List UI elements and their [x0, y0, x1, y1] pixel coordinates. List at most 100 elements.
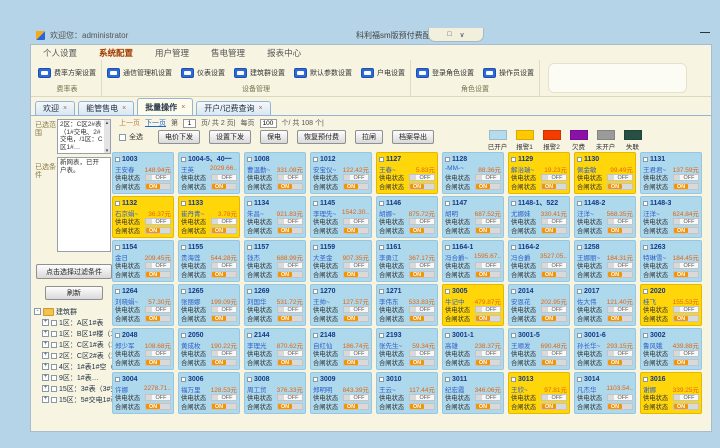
card-checkbox[interactable]	[511, 377, 516, 382]
ribbon-collapse-control[interactable]: □ ∨	[428, 28, 484, 42]
close-tab-icon[interactable]: ×	[122, 105, 126, 112]
toolbar-button-0[interactable]: 电价下发	[158, 130, 200, 144]
select-all-checkbox[interactable]	[119, 134, 126, 141]
room-card[interactable]: 1258王娜丽~184.31元供电状态OFF合闸状态ON	[574, 240, 636, 282]
collapse-window-icon[interactable]: □	[447, 31, 451, 38]
room-card[interactable]: 3013王欣~97.81元供电状态OFF合闸状态ON	[508, 372, 570, 414]
room-card[interactable]: 2014安恩花202.95元供电状态OFF合闸状态ON	[508, 284, 570, 326]
room-card[interactable]: 2020桂飞155.53元供电状态OFF合闸状态ON	[640, 284, 702, 326]
ribbon-button-1-4[interactable]: 户电设置	[361, 68, 405, 78]
card-checkbox[interactable]	[181, 289, 186, 294]
menu-tab-3[interactable]: 售电管理	[211, 47, 245, 59]
ribbon-button-0-0[interactable]: 费率方案设置	[38, 68, 96, 78]
doc-tab-1[interactable]: 能管售电×	[78, 101, 134, 115]
selected-condition-box[interactable]: 新网表，已开户表。	[57, 157, 111, 252]
page-number-input[interactable]	[183, 119, 196, 128]
close-tab-icon[interactable]: ×	[259, 105, 263, 112]
room-card[interactable]: 1148-2汪洋~568.35元供电状态OFF合闸状态ON	[574, 196, 636, 238]
room-card[interactable]: 3008周工贸376.33元供电状态OFF合闸状态ON	[244, 372, 306, 414]
per-page-input[interactable]	[260, 119, 277, 128]
card-checkbox[interactable]	[511, 333, 516, 338]
toolbar-button-5[interactable]: 档案导出	[392, 130, 434, 144]
room-card[interactable]: 1012安宝仪~122.42元供电状态OFF合闸状态ON	[310, 152, 372, 194]
room-card[interactable]: 1148-1、522尤娜妹330.41元供电状态OFF合闸状态ON	[508, 196, 570, 238]
card-checkbox[interactable]	[247, 245, 252, 250]
card-checkbox[interactable]	[115, 157, 120, 162]
expander-icon[interactable]: +	[42, 363, 49, 370]
menu-tab-1[interactable]: 系统配置	[99, 47, 133, 59]
tree-item-0[interactable]: +1区：A区1#表	[42, 317, 115, 328]
expander-icon[interactable]: +	[42, 374, 49, 381]
card-checkbox[interactable]	[115, 377, 120, 382]
toolbar-button-2[interactable]: 保电	[260, 130, 288, 144]
scroll-down-icon[interactable]: ▼	[105, 148, 109, 153]
room-card[interactable]: 1159大圣金907.35元供电状态OFF合闸状态ON	[310, 240, 372, 282]
tree-item-checkbox[interactable]	[51, 364, 57, 370]
card-checkbox[interactable]	[643, 377, 648, 382]
card-checkbox[interactable]	[115, 289, 120, 294]
room-card[interactable]: 1155贵海莲544.28元供电状态OFF合闸状态ON	[178, 240, 240, 282]
tree-item-7[interactable]: +15区：5#交电1#表…	[42, 394, 115, 405]
card-checkbox[interactable]	[115, 201, 120, 206]
card-checkbox[interactable]	[643, 333, 648, 338]
card-checkbox[interactable]	[445, 333, 450, 338]
room-card[interactable]: 1154金日209.45元供电状态OFF合闸状态ON	[112, 240, 174, 282]
room-card[interactable]: 1263特琳雪~184.45元供电状态OFF合闸状态ON	[640, 240, 702, 282]
scroll-up-icon[interactable]: ▲	[105, 120, 109, 125]
selected-range-box[interactable]: 2区：C区2#表（1#交电、2#交电，/1区：C区1#… ▲ ▼	[57, 119, 111, 154]
room-card[interactable]: 2148自红仙186.74元供电状态OFF合闸状态ON	[310, 328, 372, 370]
card-checkbox[interactable]	[445, 289, 450, 294]
tree-item-checkbox[interactable]	[51, 397, 57, 403]
card-checkbox[interactable]	[313, 157, 318, 162]
room-card[interactable]: 1128-MM-~88.36元供电状态OFF合闸状态ON	[442, 152, 504, 194]
card-checkbox[interactable]	[445, 201, 450, 206]
card-checkbox[interactable]	[247, 377, 252, 382]
room-card[interactable]: 3014凡杰华1103.54..供电状态OFF合闸状态ON	[574, 372, 636, 414]
tree-item-checkbox[interactable]	[51, 342, 57, 348]
card-checkbox[interactable]	[247, 157, 252, 162]
room-card[interactable]: 1146胡娜~875.72元供电状态OFF合闸状态ON	[376, 196, 438, 238]
card-checkbox[interactable]	[181, 245, 186, 250]
room-card[interactable]: 1148-3汪洋~624.84元供电状态OFF合闸状态ON	[640, 196, 702, 238]
ribbon-button-1-1[interactable]: 仪表设置	[181, 68, 225, 78]
room-card[interactable]: 3006福万里128.53元供电状态OFF合闸状态ON	[178, 372, 240, 414]
menu-tab-0[interactable]: 个人设置	[43, 47, 77, 59]
card-checkbox[interactable]	[181, 201, 186, 206]
card-checkbox[interactable]	[313, 333, 318, 338]
card-checkbox[interactable]	[577, 377, 582, 382]
minimize-button[interactable]: —	[698, 28, 712, 39]
room-card[interactable]: 2017佐大伟121.40元供电状态OFF合闸状态ON	[574, 284, 636, 326]
card-checkbox[interactable]	[643, 201, 648, 206]
menu-tab-2[interactable]: 用户管理	[155, 47, 189, 59]
room-card[interactable]: 1134朱昌~921.83元供电状态OFF合闸状态ON	[244, 196, 306, 238]
card-checkbox[interactable]	[313, 377, 318, 382]
tree-item-5[interactable]: +9区：1#表…	[42, 372, 115, 383]
card-checkbox[interactable]	[115, 333, 120, 338]
room-card[interactable]: 1127王春~5.83元供电状态OFF合闸状态ON	[376, 152, 438, 194]
room-card[interactable]: 1161李勇江367.17元供电状态OFF合闸状态ON	[376, 240, 438, 282]
card-checkbox[interactable]	[511, 201, 516, 206]
toolbar-button-1[interactable]: 设置下发	[209, 130, 251, 144]
expander-icon[interactable]: +	[42, 385, 49, 392]
next-page-link[interactable]: 下一页	[145, 118, 166, 128]
expander-icon[interactable]: +	[42, 319, 49, 326]
room-card[interactable]: 1129解治瑞~19.23元供电状态OFF合闸状态ON	[508, 152, 570, 194]
tree-item-checkbox[interactable]	[51, 320, 57, 326]
room-card[interactable]: 1271李伟东533.83元供电状态OFF合闸状态ON	[376, 284, 438, 326]
prev-page-link[interactable]: 上一页	[119, 118, 140, 128]
room-card[interactable]: 1265张丽娜199.09元供电状态OFF合闸状态ON	[178, 284, 240, 326]
tree-item-checkbox[interactable]	[51, 331, 57, 337]
card-checkbox[interactable]	[445, 157, 450, 162]
tree-item-1[interactable]: +1区：B区1#楼（1#空…	[42, 328, 115, 339]
card-checkbox[interactable]	[577, 245, 582, 250]
tree-item-checkbox[interactable]	[51, 353, 57, 359]
card-checkbox[interactable]	[379, 289, 384, 294]
ribbon-button-2-1[interactable]: 操作员设置	[483, 68, 534, 78]
card-checkbox[interactable]	[379, 201, 384, 206]
tree-item-3[interactable]: +2区：C区2#表（1#交…	[42, 350, 115, 361]
expander-icon[interactable]: +	[42, 352, 49, 359]
room-card[interactable]: 3005牛记中479.87元供电状态OFF合闸状态ON	[442, 284, 504, 326]
room-card[interactable]: 3001-6孙长华~293.15元供电状态OFF合闸状态ON	[574, 328, 636, 370]
room-card[interactable]: 1269刘国华531.72元供电状态OFF合闸状态ON	[244, 284, 306, 326]
room-card[interactable]: 3009郑明明843.39元供电状态OFF合闸状态ON	[310, 372, 372, 414]
